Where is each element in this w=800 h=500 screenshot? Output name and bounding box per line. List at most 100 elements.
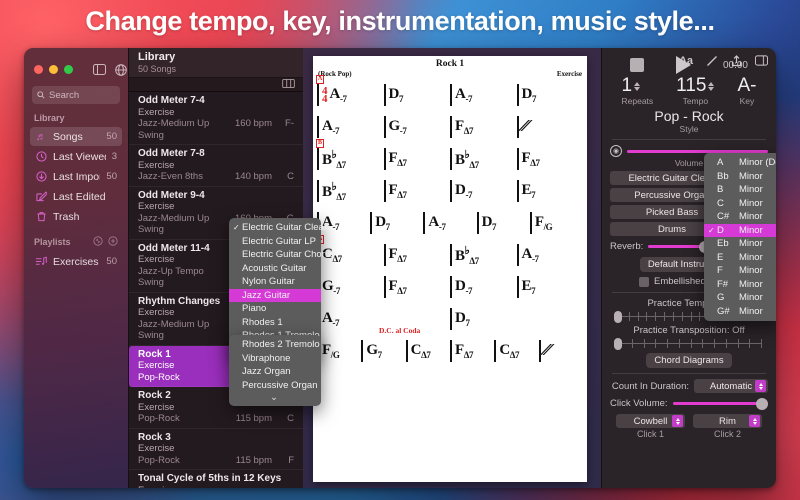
- menu-item[interactable]: G#Minor: [704, 305, 776, 319]
- minimize-button[interactable]: [49, 65, 58, 74]
- menu-item[interactable]: BbMinor: [704, 170, 776, 184]
- table-row[interactable]: Odd Meter 7-4ExerciseJazz-Medium Up Swin…: [129, 92, 303, 145]
- table-row[interactable]: Tonal Cycle of 5ths in 12 KeysExerciseJa…: [129, 470, 303, 488]
- chart-measure[interactable]: D7: [517, 84, 584, 106]
- menu-item[interactable]: Acoustic Guitar: [229, 262, 321, 276]
- click2-cell[interactable]: Rim Click 2: [693, 414, 762, 439]
- close-button[interactable]: [34, 65, 43, 74]
- chart-measure[interactable]: FΔ7: [384, 180, 451, 202]
- search-input[interactable]: Search: [32, 86, 120, 104]
- chart-measure[interactable]: E7: [517, 180, 584, 202]
- menu-item[interactable]: Jazz Guitar: [229, 289, 321, 303]
- chart-measure[interactable]: D-7: [450, 180, 517, 202]
- practice-transposition-slider[interactable]: [614, 339, 764, 348]
- sidebar-item-exercises[interactable]: Exercises 50: [30, 252, 122, 271]
- add-playlist-icon[interactable]: [108, 236, 118, 248]
- chart-measure[interactable]: A-7: [517, 244, 584, 266]
- chord-diagrams-button[interactable]: Chord Diagrams: [646, 353, 731, 368]
- table-row[interactable]: Odd Meter 7-8ExerciseJazz-Even 8ths140 b…: [129, 145, 303, 187]
- pencil-icon[interactable]: [706, 55, 718, 70]
- columns-icon[interactable]: [282, 79, 295, 91]
- chart-measure[interactable]: D7: [450, 308, 583, 330]
- chart-measure[interactable]: ⁄⁄: [517, 116, 584, 138]
- text-format-icon[interactable]: Aa: [679, 55, 693, 70]
- click-volume-row[interactable]: Click Volume:: [610, 398, 768, 409]
- menu-item[interactable]: Nylon Guitar: [229, 275, 321, 289]
- menu-item[interactable]: AMinor (Default): [704, 156, 776, 170]
- chart-measure[interactable]: FΔ7: [384, 244, 451, 266]
- menu-item[interactable]: Rhodes 2 Tremolo: [229, 338, 321, 352]
- share-icon[interactable]: [731, 55, 742, 70]
- menu-item[interactable]: C#Minor: [704, 210, 776, 224]
- chart-measure[interactable]: A-7: [317, 116, 384, 138]
- click1-cell[interactable]: Cowbell Click 1: [616, 414, 685, 439]
- sidebar-item-last-viewed[interactable]: Last Viewed 3: [30, 147, 122, 166]
- menu-item[interactable]: Electric Guitar LP: [229, 235, 321, 249]
- menu-item[interactable]: Electric Guitar Chorus: [229, 248, 321, 262]
- chart-measure[interactable]: D-7: [450, 276, 517, 298]
- chart-measure[interactable]: B♭Δ7: [450, 244, 517, 266]
- click2-select[interactable]: Rim: [693, 414, 762, 428]
- chord-chart-sheet[interactable]: Rock 1 (Rock Pop) Exercise A44A-7D7A-7D7…: [313, 56, 587, 482]
- sidebar-item-songs[interactable]: ♬ Songs 50: [30, 127, 122, 146]
- count-in-row[interactable]: Count In Duration: Automatic: [610, 379, 768, 393]
- tempo-stepper[interactable]: 115 Tempo: [676, 75, 714, 106]
- key-popup-menu[interactable]: AMinor (Default)BbMinorBMinorCMinorC#Min…: [704, 153, 776, 321]
- embellished-chords-checkbox[interactable]: [639, 277, 649, 287]
- menu-item[interactable]: GMinor: [704, 291, 776, 305]
- menu-item[interactable]: Rhodes 1: [229, 316, 321, 330]
- chart-measure[interactable]: B♭Δ7: [317, 148, 384, 170]
- chart-measure[interactable]: G-7: [384, 116, 451, 138]
- sidebar-item-trash[interactable]: Trash: [30, 207, 122, 226]
- toggle-sidebar-icon[interactable]: [93, 64, 106, 75]
- sidebar-item-last-imported[interactable]: Last Imported 50: [30, 167, 122, 186]
- table-row[interactable]: Rock 3ExercisePop-Rock115 bpmF: [129, 429, 303, 471]
- globe-icon[interactable]: [115, 64, 128, 75]
- chart-measure[interactable]: F/G: [530, 212, 583, 234]
- menu-item[interactable]: ✓Electric Guitar Clean: [229, 221, 321, 235]
- repeats-stepper-arrows[interactable]: [634, 82, 640, 91]
- menu-item[interactable]: Piano: [229, 302, 321, 316]
- menu-item[interactable]: EMinor: [704, 251, 776, 265]
- click1-select[interactable]: Cowbell: [616, 414, 685, 428]
- menu-item[interactable]: Vibraphone: [229, 352, 321, 366]
- zoom-button[interactable]: [64, 65, 73, 74]
- chart-measure[interactable]: G-7: [317, 276, 384, 298]
- count-in-select[interactable]: Automatic: [694, 379, 768, 393]
- chart-measure[interactable]: CΔ7: [406, 340, 450, 362]
- chart-measure[interactable]: FΔ7: [450, 340, 494, 362]
- chart-measure[interactable]: F/G: [317, 340, 361, 362]
- chart-measure[interactable]: FΔ7: [517, 148, 584, 170]
- chart-measure[interactable]: A-7: [450, 84, 517, 106]
- key-control[interactable]: A- Key: [737, 75, 756, 106]
- stop-button[interactable]: [630, 58, 644, 72]
- chart-measure[interactable]: E7: [517, 276, 584, 298]
- menu-item[interactable]: BMinor: [704, 183, 776, 197]
- chart-measure[interactable]: FΔ7: [384, 148, 451, 170]
- instrument-popup-menu-lower[interactable]: Rhodes 2 TremoloVibraphoneJazz OrganPerc…: [229, 335, 321, 406]
- inspector-icon[interactable]: [755, 55, 768, 70]
- chevron-updown-icon[interactable]: [672, 415, 683, 427]
- style-control[interactable]: Pop - Rock Style: [610, 108, 768, 134]
- menu-item[interactable]: F#Minor: [704, 278, 776, 292]
- tempo-stepper-arrows[interactable]: [708, 82, 714, 91]
- chart-measure[interactable]: B♭Δ7: [317, 180, 384, 202]
- chart-measure[interactable]: D7: [370, 212, 423, 234]
- chevron-updown-icon[interactable]: [755, 380, 766, 392]
- menu-item[interactable]: CMinor: [704, 197, 776, 211]
- chart-measure[interactable]: FΔ7: [450, 116, 517, 138]
- sidebar-item-last-edited[interactable]: Last Edited: [30, 187, 122, 206]
- chart-measure[interactable]: D7: [384, 84, 451, 106]
- sort-playlists-icon[interactable]: [93, 236, 103, 248]
- menu-item[interactable]: EbMinor: [704, 237, 776, 251]
- chart-measure[interactable]: B♭Δ7: [450, 148, 517, 170]
- chart-measure[interactable]: 44A-7: [317, 84, 384, 106]
- chart-measure[interactable]: ⁄⁄: [539, 340, 583, 362]
- chart-measure[interactable]: FΔ7: [384, 276, 451, 298]
- chart-measure[interactable]: D7: [477, 212, 530, 234]
- menu-item[interactable]: Jazz Organ: [229, 365, 321, 379]
- menu-item[interactable]: FMinor: [704, 264, 776, 278]
- menu-scroll-down-icon[interactable]: ⌄: [229, 392, 321, 403]
- chart-measure[interactable]: A-7: [423, 212, 476, 234]
- menu-item[interactable]: ✓DMinor: [704, 224, 776, 238]
